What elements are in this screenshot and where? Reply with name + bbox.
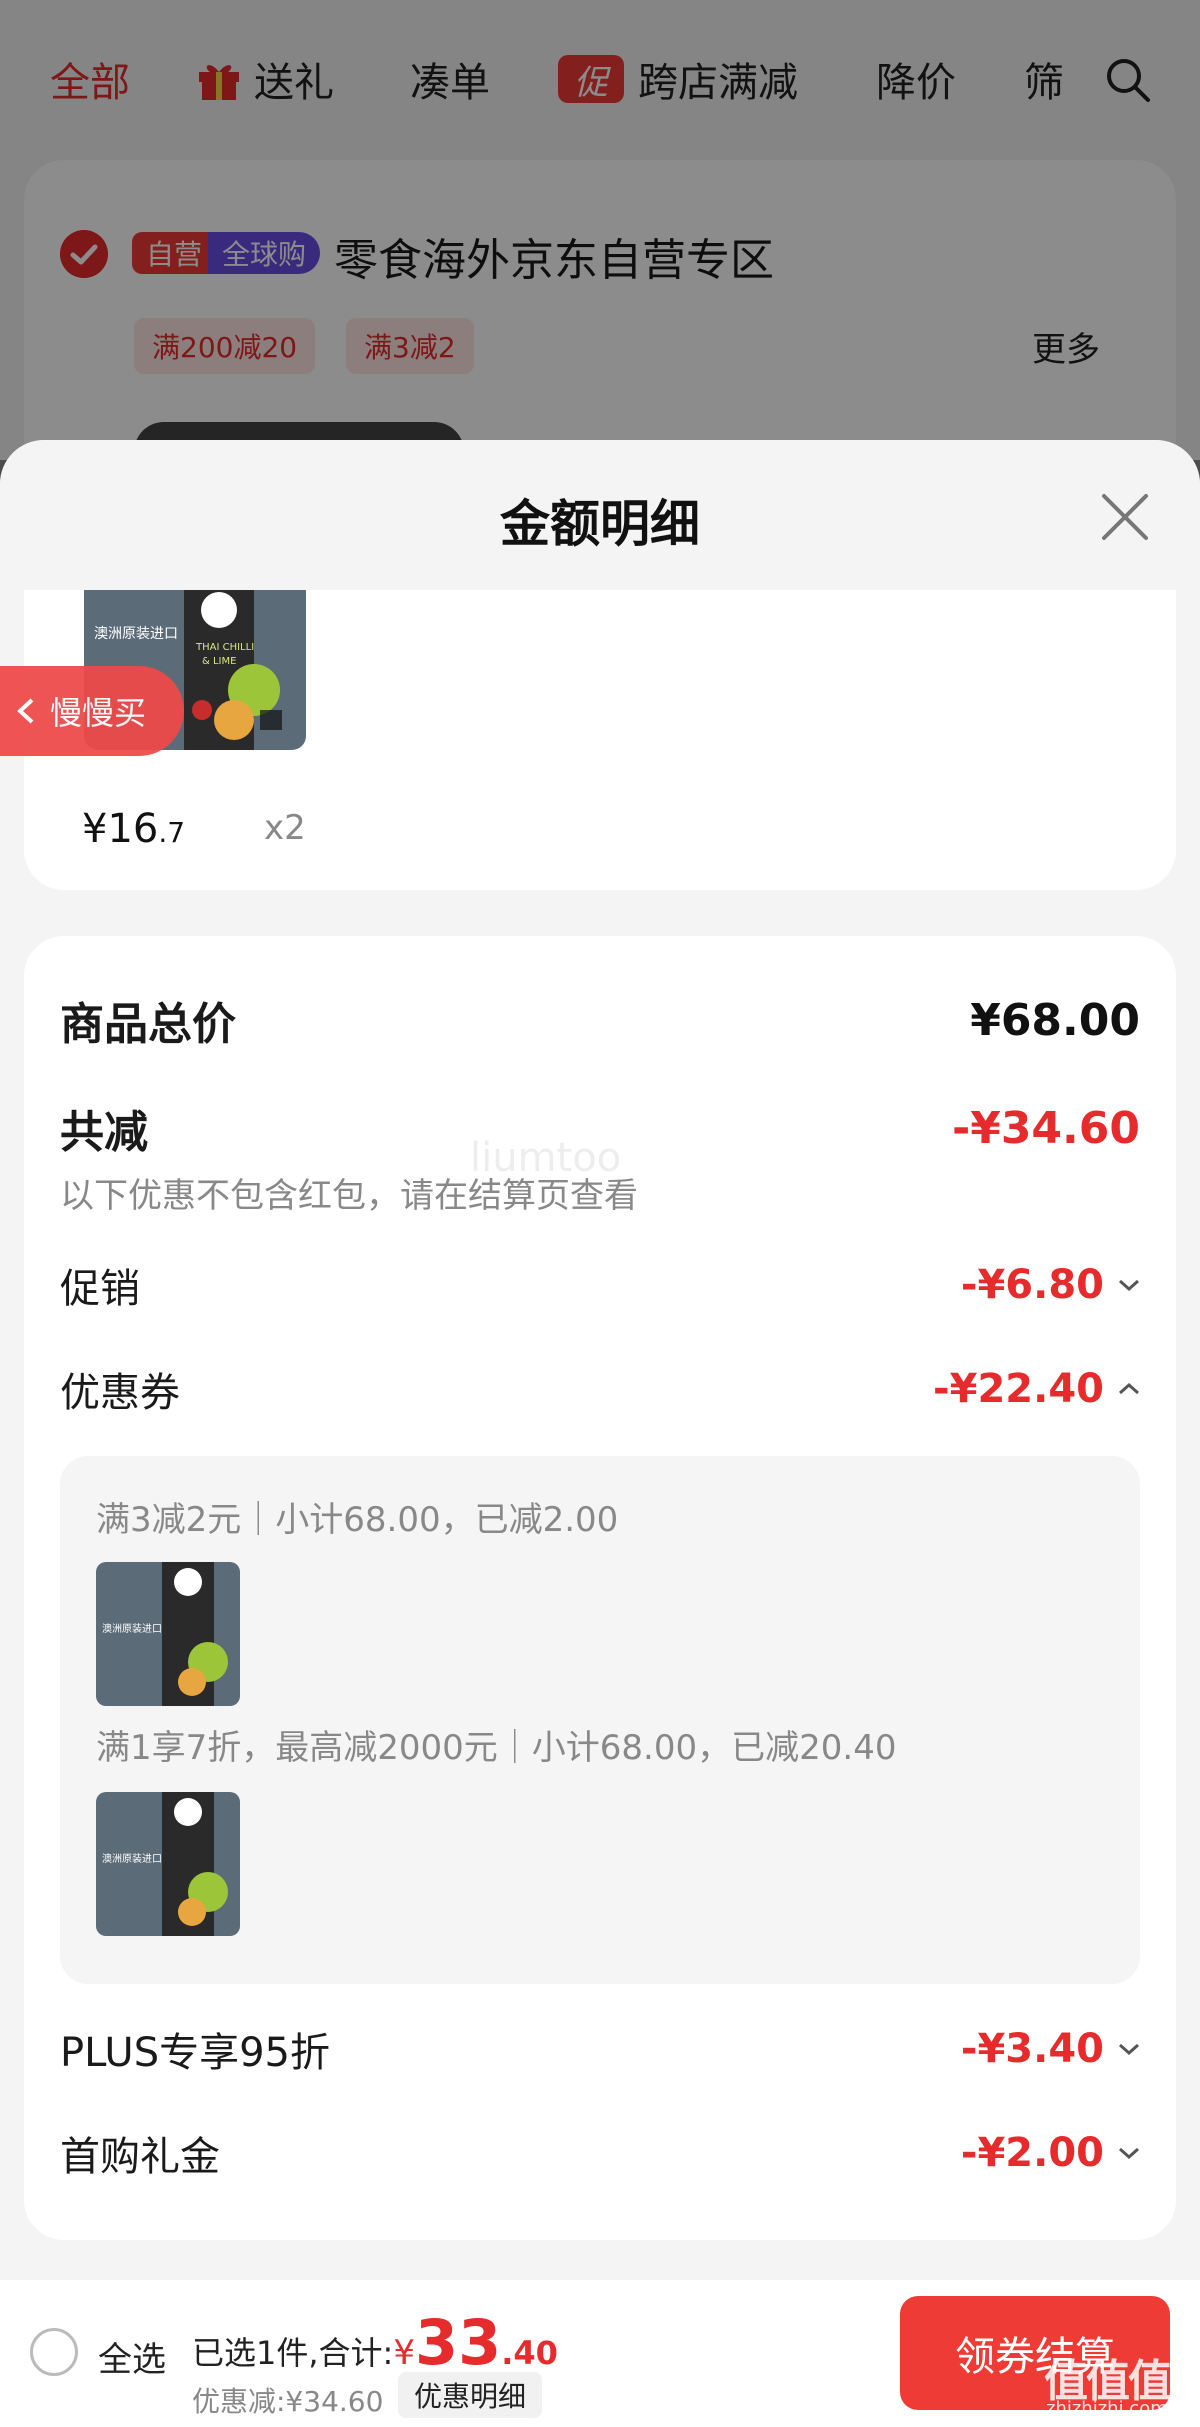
svg-text:澳洲原装进口: 澳洲原装进口 xyxy=(102,1852,162,1865)
chevron-down-icon xyxy=(1119,1279,1139,1292)
coupon-row[interactable]: 优惠券 -¥22.40 xyxy=(60,1360,1140,1418)
checkout-bar: 全选 已选1件,合计: ¥ 33 .40 优惠减:¥34.60 优惠明细 领券结… xyxy=(0,2280,1200,2427)
promo-label: 促销 xyxy=(60,1266,140,1312)
corner-watermark-url: zhizhizhi.com xyxy=(1046,2398,1168,2419)
first-buy-label: 首购礼金 xyxy=(60,2134,220,2180)
coupon-detail-box: 满3减2元｜小计68.00，已减2.00 澳洲原装进口 满1享7折，最高减200… xyxy=(60,1456,1140,1984)
product-price: ¥16.7 xyxy=(82,806,186,852)
coupon-label: 优惠券 xyxy=(60,1370,180,1416)
select-all-radio[interactable] xyxy=(30,2328,78,2376)
chevron-down-icon xyxy=(1119,2043,1139,2056)
coupon-item-desc: 满3减2元｜小计68.00，已减2.00 xyxy=(96,1500,619,1540)
chevron-left-icon xyxy=(17,698,34,724)
total-price-label: 商品总价 xyxy=(60,999,236,1050)
promo-row[interactable]: 促销 -¥6.80 xyxy=(60,1256,1140,1314)
plus-discount-label: PLUS专享95折 xyxy=(60,2030,330,2076)
sheet-title: 金额明细 xyxy=(500,495,700,553)
total-reduced-value: -¥34.60 xyxy=(951,1102,1140,1154)
plus-discount-value: -¥3.40 xyxy=(961,2026,1140,2072)
slow-buy-float-button[interactable]: 慢慢买 xyxy=(0,666,184,756)
svg-text:& LIME: & LIME xyxy=(202,656,236,667)
close-icon[interactable] xyxy=(1098,490,1152,544)
product-quantity: x2 xyxy=(264,808,306,848)
sheet-header: 金额明细 xyxy=(0,440,1200,590)
svg-text:THAI CHILLI: THAI CHILLI xyxy=(195,642,254,653)
package-origin-text: 澳洲原装进口 xyxy=(94,626,178,642)
coupon-product-image: 澳洲原装进口 xyxy=(96,1792,240,1936)
amount-detail-card: 商品总价 ¥68.00 共减 -¥34.60 以下优惠不包含红包，请在结算页查看… xyxy=(24,936,1176,2240)
watermark-text: liumtoo xyxy=(470,1135,622,1181)
total-price-value: ¥68.00 xyxy=(970,994,1140,1046)
coupon-item-desc: 满1享7折，最高减2000元｜小计68.00，已减20.40 xyxy=(96,1728,897,1768)
svg-text:澳洲原装进口: 澳洲原装进口 xyxy=(102,1622,162,1635)
chevron-down-icon xyxy=(1119,2147,1139,2160)
total-reduced-label: 共减 xyxy=(60,1107,148,1158)
discount-detail-button[interactable]: 优惠明细 xyxy=(398,2372,543,2418)
plus-discount-row[interactable]: PLUS专享95折 -¥3.40 xyxy=(60,2020,1140,2078)
first-buy-value: -¥2.00 xyxy=(961,2130,1140,2176)
total-price-row: 商品总价 ¥68.00 xyxy=(60,988,1140,1052)
coupon-value: -¥22.40 xyxy=(933,1366,1140,1412)
first-buy-row[interactable]: 首购礼金 -¥2.00 xyxy=(60,2124,1140,2182)
chevron-up-icon xyxy=(1119,1382,1139,1395)
discount-summary: 优惠减:¥34.60 xyxy=(192,2385,384,2418)
select-all-label[interactable]: 全选 xyxy=(98,2332,166,2381)
coupon-product-image: 澳洲原装进口 xyxy=(96,1562,240,1706)
slow-buy-label: 慢慢买 xyxy=(50,694,147,732)
product-card: 澳洲原装进口 THAI CHILLI & LIME ¥16.7 x2 xyxy=(24,590,1176,890)
promo-value: -¥6.80 xyxy=(961,1262,1140,1308)
